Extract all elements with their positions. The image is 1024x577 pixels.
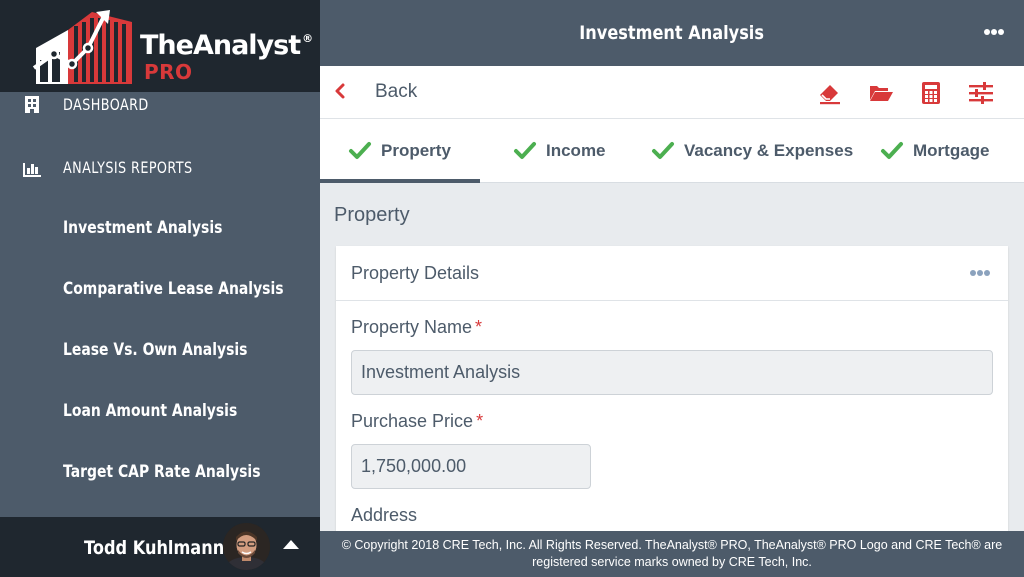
- logo-name: TheAnalyst ®: [140, 30, 313, 61]
- purchase-price-input[interactable]: [351, 444, 591, 489]
- ellipsis-icon[interactable]: [970, 270, 992, 278]
- sliders-icon[interactable]: [968, 80, 994, 106]
- sidebar-item-label: ANALYSIS REPORTS: [63, 158, 193, 177]
- building-icon: [25, 96, 39, 113]
- back-label: Back: [375, 81, 418, 102]
- required-mark: *: [475, 317, 483, 337]
- panel-title: Property Details: [351, 263, 480, 283]
- logo-pro: PRO: [144, 60, 193, 84]
- page-title: Investment Analysis: [579, 22, 765, 44]
- folder-open-icon[interactable]: [868, 80, 894, 106]
- sidebar-item-comparative-lease-analysis[interactable]: Comparative Lease Analysis: [63, 279, 284, 299]
- panel-header: Property Details: [336, 246, 1008, 301]
- address-label: Address: [351, 505, 418, 525]
- toolbar: Back: [320, 66, 1024, 119]
- sidebar-item-label: DASHBOARD: [63, 95, 149, 114]
- check-icon: [349, 142, 371, 159]
- ellipsis-icon[interactable]: [984, 22, 1006, 42]
- avatar[interactable]: [223, 523, 270, 570]
- copyright-line-1: © Copyright 2018 CRE Tech, Inc. All Righ…: [341, 538, 1003, 552]
- tab-property[interactable]: Property: [320, 119, 480, 183]
- property-name-label: Property Name *: [351, 317, 483, 337]
- check-icon: [652, 142, 674, 159]
- header-bar: Investment Analysis: [320, 0, 1024, 66]
- required-mark: *: [476, 411, 484, 431]
- main-content: Property Property Details Property Name *…: [320, 183, 1024, 531]
- eraser-icon[interactable]: [817, 80, 843, 106]
- sidebar-item-investment-analysis[interactable]: Investment Analysis: [63, 218, 222, 238]
- chevron-left-icon: [335, 83, 345, 99]
- property-name-input[interactable]: [351, 350, 993, 395]
- sidebar-item-target-cap-rate-analysis[interactable]: Target CAP Rate Analysis: [63, 462, 261, 482]
- tab-label: Vacancy & Expenses: [684, 141, 854, 160]
- check-icon: [514, 142, 536, 159]
- step-tabs: Property Income Vacancy & Expenses Mortg…: [320, 119, 1024, 183]
- user-name: Todd Kuhlmann: [84, 537, 225, 559]
- property-details-panel: Property Details Property Name* Purchase…: [336, 246, 1008, 531]
- user-photo: [223, 523, 270, 570]
- logo-building-chart-icon: [32, 10, 132, 84]
- check-icon: [881, 142, 903, 159]
- copyright-line-2: registered service marks owned by CRE Te…: [532, 555, 812, 569]
- logo[interactable]: TheAnalyst ® PRO: [0, 0, 320, 92]
- tab-mortgage[interactable]: Mortgage: [870, 119, 1024, 183]
- user-bar[interactable]: Todd Kuhlmann: [0, 517, 320, 577]
- tab-label: Property: [381, 141, 451, 160]
- tab-label: Income: [546, 141, 606, 160]
- calculator-icon[interactable]: [918, 80, 944, 106]
- sidebar-item-lease-vs-own-analysis[interactable]: Lease Vs. Own Analysis: [63, 340, 247, 360]
- footer: © Copyright 2018 CRE Tech, Inc. All Righ…: [320, 531, 1024, 577]
- purchase-price-label: Purchase Price *: [351, 411, 484, 431]
- sidebar: TheAnalyst ® PRO DASHBOARD ANALYSIS REPOR…: [0, 0, 320, 577]
- tab-label: Mortgage: [913, 141, 990, 160]
- caret-up-icon[interactable]: [283, 540, 299, 549]
- tab-income[interactable]: Income: [480, 119, 640, 183]
- sidebar-item-dashboard[interactable]: DASHBOARD: [0, 92, 320, 132]
- tab-vacancy-expenses[interactable]: Vacancy & Expenses: [640, 119, 870, 183]
- sidebar-item-analysis-reports[interactable]: ANALYSIS REPORTS: [0, 149, 320, 189]
- section-title: Property: [334, 204, 410, 226]
- sidebar-item-loan-amount-analysis[interactable]: Loan Amount Analysis: [63, 401, 237, 421]
- bar-chart-icon: [23, 163, 41, 177]
